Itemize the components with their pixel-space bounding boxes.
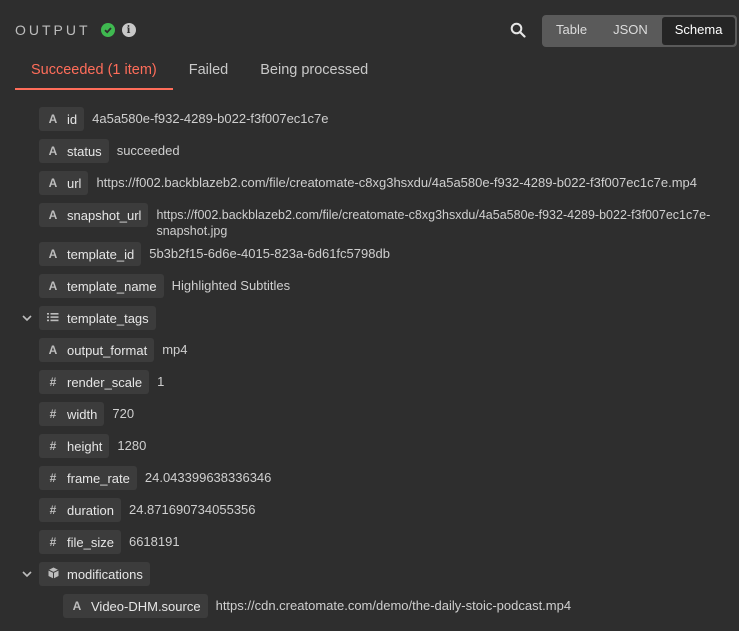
tab-succeeded[interactable]: Succeeded (1 item)	[15, 60, 173, 90]
field-row-template-name: Atemplate_name Highlighted Subtitles	[39, 274, 290, 298]
json-view-button[interactable]: JSON	[600, 16, 661, 46]
field-row-snapshot-url: Asnapshot_url https://f002.backblazeb2.c…	[39, 203, 726, 239]
field-row-url: Aurl https://f002.backblazeb2.com/file/c…	[39, 171, 697, 195]
number-type-icon: #	[49, 503, 57, 517]
field-key: id	[67, 111, 78, 127]
number-type-icon: #	[49, 535, 57, 549]
field-key-pill[interactable]: Aurl	[39, 171, 89, 195]
field-key: output_format	[67, 342, 148, 358]
field-row-template-id: Atemplate_id 5b3b2f15-6d6e-4015-823a-6d6…	[39, 242, 390, 266]
field-row-modifications: modifications	[39, 562, 150, 586]
string-type-icon: A	[48, 112, 58, 126]
field-key: frame_rate	[67, 470, 130, 486]
field-value: 6618191	[128, 534, 180, 549]
field-value: mp4	[162, 342, 188, 357]
panel-title: OUTPUT	[15, 22, 91, 38]
schema-view-button[interactable]: Schema	[661, 17, 736, 45]
field-value: succeeded	[116, 143, 180, 158]
field-key-pill[interactable]: # render_scale	[39, 370, 150, 394]
info-icon[interactable]: i	[121, 23, 136, 37]
field-key-pill[interactable]: A Video-DHM.source	[63, 594, 208, 618]
field-key: snapshot_url	[67, 207, 142, 223]
field-row-output-format: Aoutput_format mp4	[39, 338, 188, 362]
field-key: template_name	[67, 278, 157, 294]
list-type-icon	[39, 311, 67, 325]
field-row-render-scale: # render_scale 1	[39, 370, 164, 394]
field-key-pill[interactable]: # file_size	[39, 530, 121, 554]
field-value: 24.871690734055356	[128, 502, 256, 517]
field-key: render_scale	[67, 374, 143, 390]
success-check-icon	[100, 23, 115, 37]
field-row-height: # height 1280	[39, 434, 146, 458]
string-type-icon: A	[48, 176, 58, 190]
string-type-icon: A	[72, 599, 82, 613]
field-value: https://f002.backblazeb2.com/file/creato…	[96, 175, 698, 190]
number-type-icon: #	[49, 407, 57, 421]
field-value: https://cdn.creatomate.com/demo/the-dail…	[215, 598, 572, 613]
field-key-pill[interactable]: Astatus	[39, 139, 109, 163]
field-key-pill[interactable]: template_tags	[39, 306, 156, 330]
cube-type-icon	[39, 567, 67, 582]
field-value-line: https://f002.backblazeb2.com/file/creato…	[156, 208, 711, 222]
field-key-pill[interactable]: # duration	[39, 498, 121, 522]
field-key-pill[interactable]: # height	[39, 434, 110, 458]
tab-being-processed[interactable]: Being processed	[244, 60, 384, 90]
field-row-duration: # duration 24.871690734055356	[39, 498, 256, 522]
field-key: url	[67, 175, 82, 191]
field-key: duration	[67, 502, 114, 518]
field-key-pill[interactable]: modifications	[39, 562, 150, 586]
field-key-pill[interactable]: Asnapshot_url	[39, 203, 149, 227]
search-icon[interactable]	[510, 22, 526, 38]
field-key: width	[67, 406, 98, 422]
string-type-icon: A	[48, 208, 58, 222]
field-key: modifications	[67, 566, 143, 582]
field-row-frame-rate: # frame_rate 24.043399638336346	[39, 466, 271, 490]
field-value: https://f002.backblazeb2.com/file/creato…	[156, 203, 726, 239]
field-value: 5b3b2f15-6d6e-4015-823a-6d61fc5798db	[149, 246, 390, 261]
field-key: template_id	[67, 246, 135, 262]
number-type-icon: #	[49, 375, 57, 389]
field-value: 24.043399638336346	[144, 470, 272, 485]
field-value-line: snapshot.jpg	[156, 224, 228, 238]
field-key: template_tags	[67, 310, 149, 326]
field-row-video-dhm-source: A Video-DHM.source https://cdn.creatomate…	[63, 594, 571, 618]
field-row-file-size: # file_size 6618191	[39, 530, 180, 554]
field-value: 1280	[117, 438, 147, 453]
field-key: status	[67, 143, 102, 159]
field-key: Video-DHM.source	[91, 598, 201, 614]
field-key: file_size	[67, 534, 114, 550]
string-type-icon: A	[48, 247, 58, 261]
field-row-template-tags: template_tags	[39, 306, 156, 330]
view-toggle: Table JSON Schema	[542, 15, 738, 47]
field-row-status: Astatus succeeded	[39, 139, 180, 163]
result-tabs: Succeeded (1 item) Failed Being processe…	[15, 60, 384, 90]
number-type-icon: #	[49, 471, 57, 485]
field-key-pill[interactable]: # width	[39, 402, 105, 426]
field-row-id: Aid 4a5a580e-f932-4289-b022-f3f007ec1c7e	[39, 107, 329, 131]
field-value: Highlighted Subtitles	[171, 278, 291, 293]
string-type-icon: A	[48, 144, 58, 158]
field-key-pill[interactable]: Aoutput_format	[39, 338, 155, 362]
output-header: OUTPUT i	[15, 18, 136, 42]
tab-failed[interactable]: Failed	[173, 60, 245, 90]
chevron-down-icon[interactable]	[20, 567, 34, 581]
number-type-icon: #	[49, 439, 57, 453]
field-key-pill[interactable]: Atemplate_name	[39, 274, 164, 298]
table-view-button[interactable]: Table	[543, 16, 600, 46]
field-key: height	[67, 438, 103, 454]
string-type-icon: A	[48, 343, 58, 357]
field-row-width: # width 720	[39, 402, 134, 426]
field-key-pill[interactable]: # frame_rate	[39, 466, 137, 490]
field-key-pill[interactable]: Atemplate_id	[39, 242, 142, 266]
field-value: 720	[112, 406, 135, 421]
field-value: 4a5a580e-f932-4289-b022-f3f007ec1c7e	[92, 111, 329, 126]
field-key-pill[interactable]: Aid	[39, 107, 85, 131]
string-type-icon: A	[48, 279, 58, 293]
field-value: 1	[157, 374, 165, 389]
chevron-down-icon[interactable]	[20, 311, 34, 325]
